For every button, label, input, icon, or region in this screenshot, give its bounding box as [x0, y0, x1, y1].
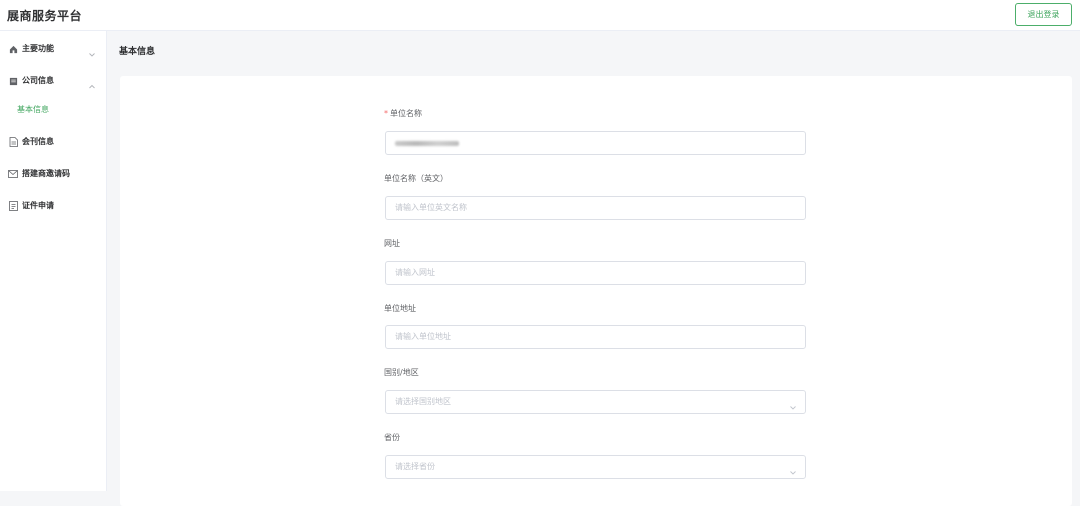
province-label: 省份 [384, 433, 400, 442]
page-title: 基本信息 [119, 47, 156, 57]
sidebar-item-label: 证件申请 [22, 201, 54, 210]
company-name-input[interactable] [385, 131, 806, 155]
sidebar-item-label: 会刊信息 [22, 137, 54, 146]
sidebar-item-certificate-application[interactable]: 证件申请 [0, 190, 107, 222]
sidebar-item-company-info[interactable]: 公司信息 [0, 65, 107, 97]
sidebar-item-builder-invite-code[interactable]: 搭建商邀请码 [0, 158, 107, 190]
company-name-label: * 单位名称 [384, 109, 422, 118]
address-input[interactable]: 请输入单位地址 [385, 325, 806, 349]
chevron-down-icon [789, 464, 797, 475]
province-select-placeholder: 请选择省份 [395, 462, 435, 471]
country-select-placeholder: 请选择国别地区 [395, 397, 451, 406]
company-name-en-label: 单位名称（英文） [384, 174, 448, 183]
country-label: 国别/地区 [384, 368, 419, 377]
province-select[interactable]: 请选择省份 [385, 455, 806, 479]
sidebar-item-catalog-info[interactable]: 会刊信息 [0, 126, 107, 158]
address-label: 单位地址 [384, 304, 416, 313]
sidebar-item-label: 搭建商邀请码 [22, 169, 70, 178]
sidebar-item-main-functions[interactable]: 主要功能 [0, 33, 107, 65]
country-select[interactable]: 请选择国别地区 [385, 390, 806, 414]
company-name-en-input[interactable]: 请输入单位英文名称 [385, 196, 806, 220]
chevron-down-icon [789, 399, 797, 410]
home-icon [8, 44, 18, 54]
sidebar-item-label: 公司信息 [22, 76, 54, 85]
logout-button[interactable]: 退出登录 [1015, 3, 1072, 26]
chevron-up-icon [88, 76, 96, 89]
sidebar-subitem-basic-info[interactable]: 基本信息 [0, 97, 107, 123]
document-icon [8, 137, 18, 147]
main-content: 基本信息 * 单位名称 单位名称（英文） 请输入单位英文名称 网址 请输入网址 单… [108, 31, 1080, 506]
redacted-value [395, 141, 459, 146]
chevron-down-icon [88, 44, 96, 57]
website-label: 网址 [384, 239, 400, 248]
form-card: * 单位名称 单位名称（英文） 请输入单位英文名称 网址 请输入网址 单位地址 请… [120, 76, 1072, 506]
sidebar-item-label: 主要功能 [22, 44, 54, 53]
building-icon [8, 76, 18, 86]
mail-icon [8, 169, 18, 179]
sidebar-subitem-label: 基本信息 [17, 105, 49, 114]
required-marker: * [384, 109, 388, 118]
file-icon [8, 201, 18, 211]
sidebar: 主要功能 公司信息 基本信息 会刊信息 搭建商邀请码 证件申请 [0, 31, 107, 491]
top-header: 展商服务平台 退出登录 [0, 0, 1080, 31]
website-input[interactable]: 请输入网址 [385, 261, 806, 285]
app-title: 展商服务平台 [7, 9, 83, 23]
